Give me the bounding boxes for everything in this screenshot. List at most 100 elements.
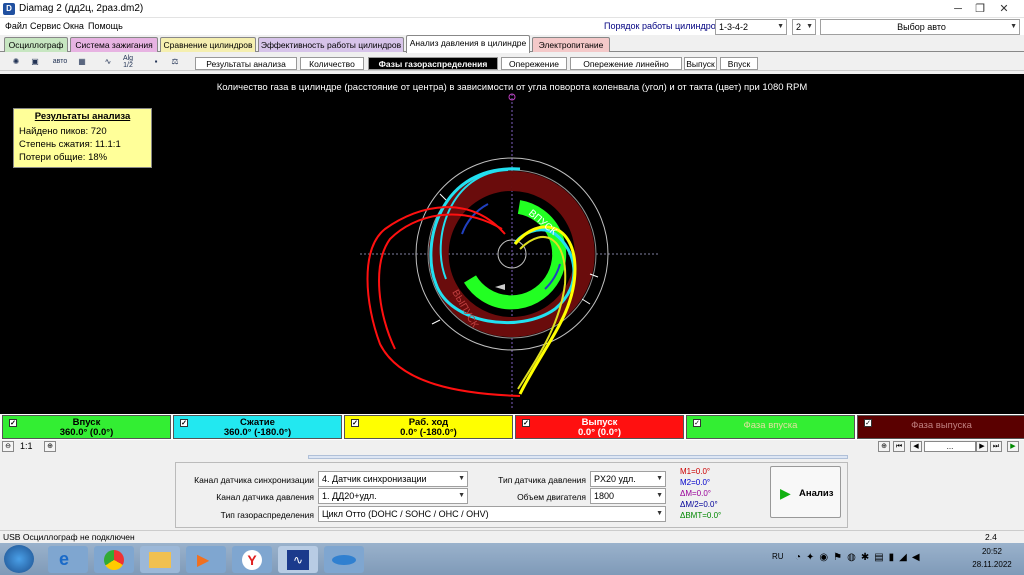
zoom-out-icon[interactable]: ⊖ [2, 441, 14, 452]
tab-main-4[interactable]: Анализ давления в цилиндре [406, 35, 530, 53]
phase-name: Фаза впуска [743, 420, 798, 431]
results-compression: Степень сжатия: 11.1:1 [19, 139, 121, 150]
phase-2[interactable]: ✓ Раб. ход 0.0° (-180.0°) [344, 415, 513, 439]
window-title: Diamag 2 (дд2ц, 2рaз.dm2) [19, 3, 144, 14]
marker-1: M2=0.0° [680, 478, 711, 487]
tab-sub-4[interactable]: Опережение линейно [570, 57, 682, 70]
plot-title: Количество газа в цилиндре (расстояние о… [216, 82, 808, 93]
engine-volume-label: Объем двигателя [517, 492, 586, 502]
tab-main-0[interactable]: Осциллограф [4, 37, 68, 52]
checkbox-icon[interactable]: ✓ [864, 419, 872, 427]
app-icon-taskbar[interactable] [324, 546, 364, 573]
chevron-down-icon: ▼ [777, 23, 784, 30]
chip-icon[interactable]: ▣ [27, 55, 43, 69]
next-page-icon[interactable]: ▶ [976, 441, 988, 452]
save-icon[interactable]: ▪ [148, 55, 164, 69]
results-losses: Потери общие: 18% [19, 152, 108, 163]
phase-0[interactable]: ✓ Впуск 360.0° (0.0°) [2, 415, 171, 439]
media-player-icon[interactable]: ▶ [186, 546, 226, 573]
checkbox-icon[interactable]: ✓ [180, 419, 188, 427]
settings-icon[interactable]: ✺ [8, 55, 24, 69]
tab-sub-0[interactable]: Результаты анализа [195, 57, 297, 70]
first-page-icon[interactable]: ⏮ [893, 441, 905, 452]
clock-date: 28.11.2022 [972, 560, 1012, 569]
tab-main-2[interactable]: Сравнение цилиндров [160, 37, 256, 52]
menu-file[interactable]: Файл [5, 21, 27, 31]
checkbox-icon[interactable]: ✓ [9, 419, 17, 427]
cylinder-count-select[interactable]: 2 ▼ [792, 19, 816, 35]
phase-value: 360.0° (0.0°) [59, 427, 114, 438]
results-peaks: Найдено пиков: 720 [19, 126, 107, 137]
marker-2: ΔM=0.0° [680, 489, 711, 498]
marker-4: ΔВМТ=0.0° [680, 511, 722, 520]
engine-volume-select[interactable]: 1800 ▼ [590, 488, 666, 504]
app-icon: D [3, 3, 15, 15]
phase-name: Фаза выпуска [911, 420, 972, 431]
auto-select[interactable]: Выбор авто ▼ [820, 19, 1020, 35]
phase-3[interactable]: ✓ Выпуск 0.0° (0.0°) [515, 415, 684, 439]
splitter[interactable] [308, 455, 848, 459]
results-box: Результаты анализа Найдено пиков: 720 Ст… [13, 108, 152, 168]
auto-icon[interactable]: авто [52, 55, 68, 69]
chevron-down-icon: ▼ [458, 475, 465, 482]
tab-main-5[interactable]: Электропитание [532, 37, 610, 52]
sync-channel-select[interactable]: 4. Датчик синхронизации ▼ [318, 471, 468, 487]
zoom-level: 1:1 [20, 441, 33, 451]
chevron-down-icon: ▼ [458, 492, 465, 499]
menu-windows[interactable]: Окна [63, 21, 84, 31]
prev-page-icon[interactable]: ◀ [910, 441, 922, 452]
start-button[interactable] [4, 545, 34, 573]
tab-sub-6[interactable]: Впуск [720, 57, 758, 70]
diamag-icon[interactable]: ∿ [278, 546, 318, 573]
folder-icon[interactable] [140, 546, 180, 573]
language-indicator[interactable]: RU [772, 552, 784, 561]
phase-value: 0.0° (0.0°) [578, 427, 621, 438]
analyze-button[interactable]: ▶ Анализ [770, 466, 841, 518]
menu-service[interactable]: Сервис [30, 21, 61, 31]
chevron-down-icon: ▼ [806, 23, 813, 30]
tab-main-3[interactable]: Эффективность работы цилиндров [258, 37, 404, 52]
status-text: USB Осциллограф не подключен [3, 532, 135, 542]
timing-type-select[interactable]: Цикл Отто (DOHC / SOHC / OHC / OHV) ▼ [318, 506, 666, 522]
phase-1[interactable]: ✓ Сжатие 360.0° (-180.0°) [173, 415, 342, 439]
play-icon[interactable]: ▶ [1007, 441, 1019, 452]
last-page-icon[interactable]: ⏭ [990, 441, 1002, 452]
yandex-icon[interactable]: Y [232, 546, 272, 573]
tab-main-1[interactable]: Система зажигания [70, 37, 158, 52]
scroll-row [0, 440, 1024, 453]
close-button[interactable]: ✕ [996, 1, 1012, 17]
checkbox-icon[interactable]: ✓ [522, 419, 530, 427]
checkbox-icon[interactable]: ✓ [693, 419, 701, 427]
results-title: Результаты анализа [34, 111, 131, 122]
scales-icon[interactable]: ⚖ [167, 55, 183, 69]
checkbox-icon[interactable]: ✓ [351, 419, 359, 427]
tab-sub-2[interactable]: Фазы газораспределения [368, 57, 498, 70]
chevron-down-icon: ▼ [656, 492, 663, 499]
cylinder-order-label: Порядок работы цилиндров [604, 21, 721, 31]
cylinder-order-select[interactable]: 1-3-4-2 ▼ [715, 19, 787, 35]
grid-icon[interactable]: ▦ [74, 55, 90, 69]
ie-icon[interactable]: e [48, 546, 88, 573]
tab-sub-3[interactable]: Опережение [501, 57, 567, 70]
phase-5[interactable]: ✓ Фаза выпуска [857, 415, 1024, 439]
status-bar: USB Осциллограф не подключен 2.4 [0, 530, 1024, 543]
graph-icon[interactable]: ∿ [100, 55, 116, 69]
phase-4[interactable]: ✓ Фаза впуска [686, 415, 855, 439]
chevron-down-icon: ▼ [656, 510, 663, 517]
zoom-in-icon[interactable]: ⊕ [44, 441, 56, 452]
chrome-icon[interactable] [94, 546, 134, 573]
minimize-button[interactable]: ─ [950, 1, 966, 17]
algorithm-icon[interactable]: Alg 1/2 [120, 55, 136, 69]
tab-sub-1[interactable]: Количество [300, 57, 364, 70]
tray-icons[interactable]: ◔✦◉⚑◍✱▤▮◢◀ [795, 552, 925, 563]
marker-0: M1=0.0° [680, 467, 711, 476]
add-icon[interactable]: ⊕ [878, 441, 890, 452]
title-bar: D Diamag 2 (дд2ц, 2рaз.dm2) ─ ❐ ✕ [0, 0, 1024, 18]
pressure-sensor-select[interactable]: PX20 удл. ▼ [590, 471, 666, 487]
menu-help[interactable]: Помощь [88, 21, 123, 31]
page-indicator[interactable]: ... [924, 441, 976, 452]
phase-value: 360.0° (-180.0°) [223, 427, 292, 438]
pressure-channel-select[interactable]: 1. ДД20+удл. ▼ [318, 488, 468, 504]
maximize-button[interactable]: ❐ [972, 1, 988, 17]
tab-sub-5[interactable]: Выпуск [684, 57, 717, 70]
